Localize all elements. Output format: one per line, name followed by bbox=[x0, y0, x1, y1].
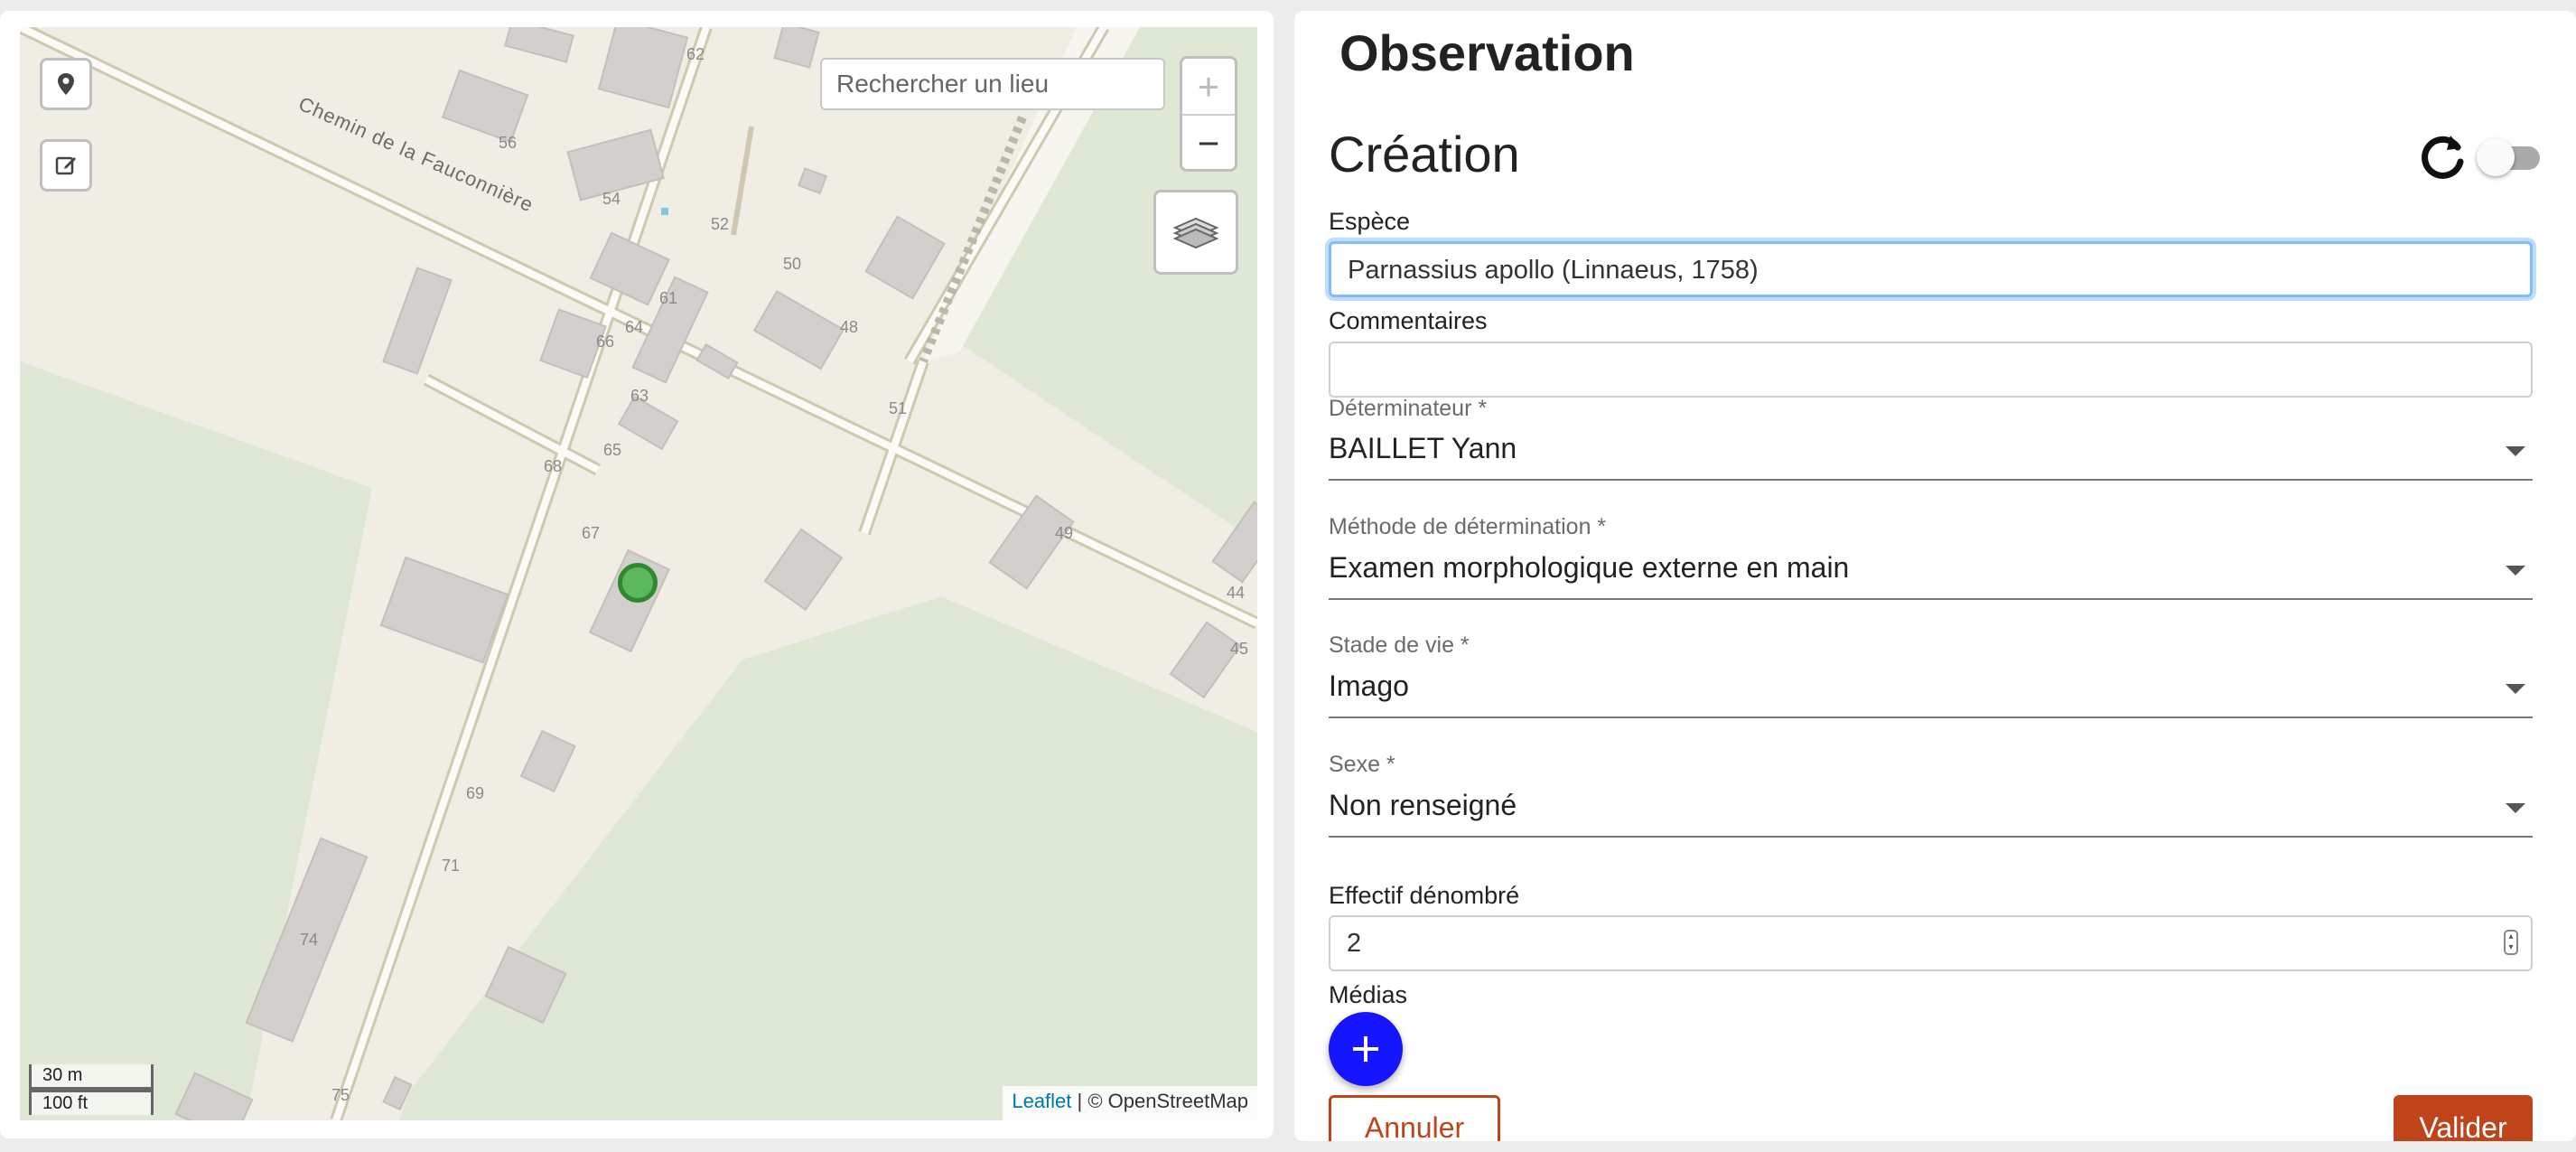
chevron-down-icon bbox=[2506, 446, 2525, 456]
zoom-out-button[interactable]: − bbox=[1182, 116, 1235, 171]
stade-select[interactable]: Imago bbox=[1329, 664, 2533, 718]
observation-form-panel: Observation Création Espèce Parnassius a… bbox=[1294, 11, 2576, 1141]
effectif-input[interactable]: 2 ▴ ▾ bbox=[1329, 915, 2533, 971]
house-number: 51 bbox=[889, 399, 908, 417]
house-number: 62 bbox=[686, 45, 705, 63]
house-number: 64 bbox=[625, 318, 644, 336]
commentaires-label: Commentaires bbox=[1329, 307, 1488, 334]
house-number: 52 bbox=[711, 215, 730, 233]
toggle-knob bbox=[2477, 138, 2515, 176]
number-spinner-icon[interactable]: ▴ ▾ bbox=[2504, 930, 2518, 955]
house-number: 45 bbox=[1230, 640, 1249, 658]
stade-value: Imago bbox=[1329, 670, 1409, 702]
cancel-button[interactable]: Annuler bbox=[1329, 1095, 1500, 1141]
house-number: 68 bbox=[544, 457, 563, 475]
determinateur-label: Déterminateur * bbox=[1329, 396, 1488, 421]
leaflet-link[interactable]: Leaflet bbox=[1012, 1090, 1071, 1112]
house-number: 65 bbox=[603, 441, 622, 459]
plus-icon bbox=[1353, 1036, 1378, 1062]
commentaires-input[interactable] bbox=[1329, 342, 2533, 398]
house-number: 71 bbox=[442, 857, 461, 875]
house-number: 63 bbox=[630, 387, 649, 405]
section-title: Création bbox=[1329, 126, 1520, 183]
stade-label: Stade de vie * bbox=[1329, 632, 1470, 658]
map-canvas[interactable]: Chemin de la Fauconnière 62 56 54 52 50 … bbox=[20, 27, 1257, 1120]
house-number: 44 bbox=[1227, 584, 1246, 602]
location-pin-icon bbox=[58, 73, 74, 95]
house-number: 49 bbox=[1055, 524, 1074, 542]
submit-button[interactable]: Valider bbox=[2394, 1095, 2533, 1141]
map-panel: Chemin de la Fauconnière 62 56 54 52 50 … bbox=[0, 11, 1274, 1138]
determinateur-value: BAILLET Yann bbox=[1329, 432, 1517, 464]
chevron-down-icon bbox=[2506, 803, 2525, 813]
espece-label: Espèce bbox=[1329, 208, 1411, 235]
effectif-value: 2 bbox=[1347, 929, 1362, 958]
layers-icon bbox=[1172, 217, 1219, 249]
house-number: 67 bbox=[582, 524, 601, 542]
attribution-text: | © OpenStreetMap bbox=[1077, 1090, 1248, 1112]
refresh-icon[interactable] bbox=[2418, 132, 2467, 181]
house-number: 74 bbox=[300, 931, 319, 949]
add-media-button[interactable] bbox=[1329, 1012, 1403, 1086]
sexe-value: Non renseigné bbox=[1329, 789, 1517, 821]
scale-imperial: 100 ft bbox=[29, 1090, 154, 1115]
methode-value: Examen morphologique externe en main bbox=[1329, 551, 1850, 584]
house-number: 69 bbox=[466, 784, 485, 802]
mode-toggle[interactable] bbox=[2477, 138, 2540, 176]
house-number: 54 bbox=[602, 190, 621, 208]
map-attribution: Leaflet | © OpenStreetMap bbox=[1003, 1086, 1257, 1120]
sexe-label: Sexe * bbox=[1329, 752, 1395, 777]
zoom-in-button[interactable]: + bbox=[1182, 59, 1235, 116]
page-title: Observation bbox=[1339, 24, 1635, 81]
layers-button[interactable] bbox=[1153, 190, 1238, 275]
determinateur-select[interactable]: BAILLET Yann bbox=[1329, 426, 2533, 481]
house-number: 66 bbox=[596, 332, 615, 351]
chevron-down-icon bbox=[2506, 566, 2525, 576]
place-search-input[interactable]: Rechercher un lieu bbox=[820, 58, 1165, 110]
house-number: 61 bbox=[659, 289, 678, 307]
zoom-control: + − bbox=[1180, 56, 1237, 172]
locate-button[interactable] bbox=[40, 58, 92, 110]
methode-select[interactable]: Examen morphologique externe en main bbox=[1329, 546, 2533, 600]
espece-input[interactable]: Parnassius apollo (Linnaeus, 1758) bbox=[1329, 241, 2533, 297]
medias-label: Médias bbox=[1329, 981, 1408, 1008]
house-number: 48 bbox=[840, 318, 859, 336]
draw-edit-button[interactable] bbox=[40, 139, 92, 192]
effectif-label: Effectif dénombré bbox=[1329, 882, 1520, 909]
scale-metric: 30 m bbox=[29, 1064, 154, 1090]
chevron-down-icon bbox=[2506, 684, 2525, 694]
house-number: 56 bbox=[499, 134, 518, 152]
house-number: 75 bbox=[331, 1086, 350, 1104]
sexe-select[interactable]: Non renseigné bbox=[1329, 783, 2533, 838]
map-scale: 30 m 100 ft bbox=[29, 1064, 154, 1115]
observation-marker[interactable] bbox=[618, 563, 658, 603]
methode-label: Méthode de détermination * bbox=[1329, 514, 1607, 539]
edit-icon bbox=[55, 156, 76, 175]
house-number: 50 bbox=[783, 255, 802, 273]
